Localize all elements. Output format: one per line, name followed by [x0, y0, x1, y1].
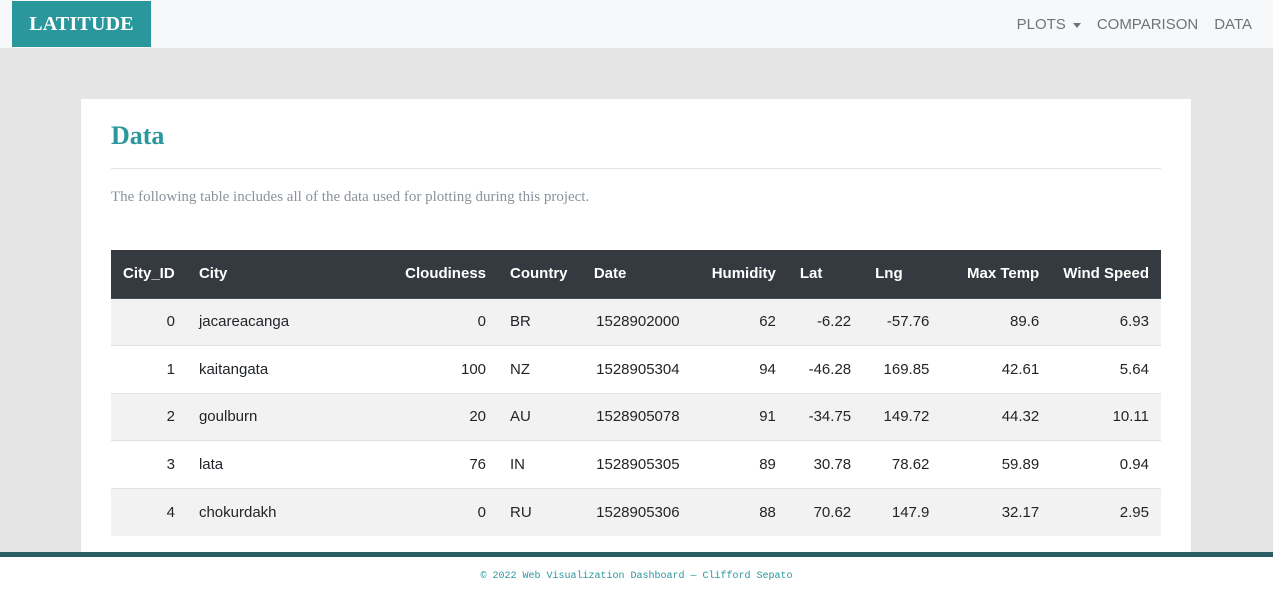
table-cell: 0.94	[1051, 440, 1161, 489]
column-header[interactable]: Max Temp	[941, 250, 1052, 299]
nav-data-link[interactable]: DATA	[1214, 16, 1252, 33]
intro-text: The following table includes all of the …	[111, 189, 590, 205]
nav-comparison-link[interactable]: COMPARISON	[1097, 16, 1198, 33]
table-row: 3 lata 76 IN 1528905305 89 30.78 78.62 59.89 0.94	[111, 440, 1161, 489]
nav-plots-dropdown[interactable]: PLOTS	[1017, 16, 1081, 33]
table-cell: 89	[691, 440, 788, 489]
table-cell: 1528905078	[581, 392, 692, 441]
table-cell: RU	[498, 487, 582, 536]
nav-plots-label: PLOTS	[1016, 16, 1066, 33]
table-cell: 2	[111, 392, 187, 441]
column-header[interactable]: Wind Speed	[1051, 250, 1161, 299]
table-cell: 0	[111, 297, 187, 346]
table-cell: -6.22	[787, 297, 864, 346]
table-cell: 91	[691, 392, 788, 441]
table-cell: 78.62	[863, 440, 942, 489]
table-cell: 5.64	[1051, 345, 1161, 394]
table-cell: 1528902000	[581, 297, 692, 346]
column-header[interactable]: Humidity	[691, 250, 788, 299]
footer: © 2022 Web Visualization Dashboard — Cli…	[0, 552, 1273, 596]
column-header[interactable]: City	[186, 250, 381, 299]
table-row: 0 jacareacanga 0 BR 1528902000 62 -6.22 -57.76 8…	[111, 297, 1161, 346]
table-cell: 59.89	[941, 440, 1052, 489]
divider	[111, 168, 1161, 169]
navbar: LATITUDE PLOTS COMPARISON DATA	[0, 0, 1273, 49]
table-cell: 76	[380, 440, 499, 489]
table-cell: 30.78	[787, 440, 864, 489]
content-card: Data The following table includes all of…	[81, 99, 1191, 569]
table-cell: -46.28	[787, 345, 864, 394]
table-cell: 1	[111, 345, 187, 394]
table-cell: 32.17	[941, 487, 1052, 536]
table-cell: 42.61	[941, 345, 1052, 394]
table-cell: jacareacanga	[186, 297, 381, 346]
column-header[interactable]: Country	[498, 250, 582, 299]
column-header[interactable]: Date	[581, 250, 692, 299]
table-cell: 149.72	[863, 392, 942, 441]
table-cell: IN	[498, 440, 582, 489]
table-cell: BR	[498, 297, 582, 346]
table-cell: 6.93	[1051, 297, 1161, 346]
table-body: 0 jacareacanga 0 BR 1528902000 62 -6.22 -57.76 8…	[111, 297, 1161, 536]
table-cell: 20	[380, 392, 499, 441]
table-cell: NZ	[498, 345, 582, 394]
table-cell: 100	[380, 345, 499, 394]
table-cell: 147.9	[863, 487, 942, 536]
table-cell: 94	[691, 345, 788, 394]
column-header[interactable]: Cloudiness	[380, 250, 499, 299]
table-cell: 169.85	[863, 345, 942, 394]
table-row: 1 kaitangata 100 NZ 1528905304 94 -46.28 169.85…	[111, 345, 1161, 394]
table-cell: chokurdakh	[186, 487, 381, 536]
nav-menu: PLOTS COMPARISON DATA	[1001, 0, 1252, 49]
table-cell: kaitangata	[186, 345, 381, 394]
column-header[interactable]: Lng	[863, 250, 942, 299]
table-cell: 62	[691, 297, 788, 346]
table-cell: 1528905304	[581, 345, 692, 394]
table-cell: 10.11	[1051, 392, 1161, 441]
table-cell: 1528905305	[581, 440, 692, 489]
table-cell: 89.6	[941, 297, 1052, 346]
table-cell: 0	[380, 297, 499, 346]
caret-down-icon	[1072, 22, 1081, 28]
table-cell: 44.32	[941, 392, 1052, 441]
table-row: 2 goulburn 20 AU 1528905078 91 -34.75 149.72 44.…	[111, 392, 1161, 441]
table-header: City_ID City Cloudiness Country Date Hum…	[111, 250, 1161, 299]
table-cell: 4	[111, 487, 187, 536]
table-cell: 1528905306	[581, 487, 692, 536]
header-row: City_ID City Cloudiness Country Date Hum…	[111, 250, 1161, 299]
footer-text: © 2022 Web Visualization Dashboard — Cli…	[480, 571, 793, 582]
table-cell: 2.95	[1051, 487, 1161, 536]
brand-logo[interactable]: LATITUDE	[12, 1, 151, 47]
table-cell: 70.62	[787, 487, 864, 536]
page-title: Data	[111, 121, 165, 150]
table-cell: AU	[498, 392, 582, 441]
column-header[interactable]: Lat	[787, 250, 864, 299]
table-row: 4 chokurdakh 0 RU 1528905306 88 70.62 147.9 32.1…	[111, 487, 1161, 536]
table-cell: -34.75	[787, 392, 864, 441]
table-cell: 88	[691, 487, 788, 536]
table-cell: -57.76	[863, 297, 942, 346]
table-cell: lata	[186, 440, 381, 489]
data-table: City_ID City Cloudiness Country Date Hum…	[111, 250, 1161, 536]
table-cell: goulburn	[186, 392, 381, 441]
table-cell: 0	[380, 487, 499, 536]
column-header[interactable]: City_ID	[111, 250, 187, 299]
table-cell: 3	[111, 440, 187, 489]
